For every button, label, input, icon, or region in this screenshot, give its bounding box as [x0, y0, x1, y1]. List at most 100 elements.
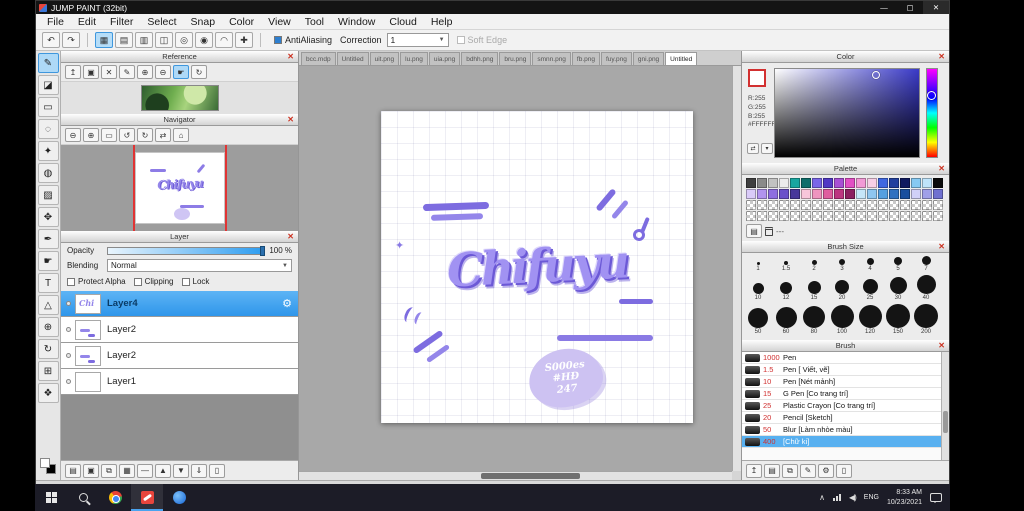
ref-zoom-in-button[interactable]: ⊕ [137, 65, 153, 79]
palette-swatch[interactable] [856, 178, 866, 188]
palette-swatch[interactable] [933, 200, 943, 210]
add-brush-button[interactable]: ▤ [764, 463, 780, 478]
menu-item[interactable]: Tool [298, 16, 331, 28]
menu-item[interactable]: Edit [71, 16, 103, 28]
clear-reference-button[interactable]: ✕ [101, 65, 117, 79]
nav-rotate-cw-button[interactable]: ↻ [137, 128, 153, 142]
brush-size-option[interactable]: 10 [744, 275, 772, 301]
opacity-slider-knob[interactable] [260, 245, 266, 256]
palette-swatch[interactable] [834, 211, 844, 221]
brush-size-option[interactable]: 1 [744, 256, 772, 272]
menu-item[interactable]: Snap [184, 16, 223, 28]
palette-swatch[interactable] [878, 178, 888, 188]
palette-swatch[interactable] [922, 189, 932, 199]
menu-item[interactable]: Color [222, 16, 261, 28]
palette-swatch[interactable] [746, 189, 756, 199]
duplicate-layer-button[interactable]: ⧉ [101, 463, 117, 478]
palette-swatch[interactable] [834, 200, 844, 210]
document-tab[interactable]: bcc.mdp [301, 52, 336, 65]
palette-swatch[interactable] [779, 189, 789, 199]
document-tab[interactable]: gni.png [632, 52, 665, 65]
maximize-button[interactable]: ▢ [897, 1, 923, 14]
palette-swatch[interactable] [834, 178, 844, 188]
close-icon[interactable]: ✕ [936, 51, 947, 63]
document-tab[interactable]: Untitled [665, 52, 698, 65]
brush-size-option[interactable]: 120 [856, 304, 884, 335]
document-tab[interactable]: uia.png [428, 52, 461, 65]
snap-off-button[interactable]: ▦ [95, 32, 113, 48]
brush-item[interactable]: 50 Blur [Làm nhòe màu] [742, 424, 941, 436]
close-icon[interactable]: ✕ [936, 163, 947, 175]
text-tool[interactable]: T [37, 273, 59, 293]
palette-swatch[interactable] [845, 178, 855, 188]
palette-swatch[interactable] [933, 211, 943, 221]
snap-settings-button[interactable]: ✚ [235, 32, 253, 48]
hand-tool[interactable]: ☛ [37, 251, 59, 271]
bucket-tool[interactable]: ◍ [37, 163, 59, 183]
checkbox-icon[interactable] [456, 36, 465, 44]
magic-wand-tool[interactable]: ✦ [37, 141, 59, 161]
layer-option-checkbox[interactable]: Lock [181, 277, 209, 286]
palette-swatch[interactable] [779, 211, 789, 221]
palette-swatch[interactable] [757, 189, 767, 199]
brush-size-option[interactable]: 30 [884, 275, 912, 301]
checkbox-icon[interactable] [274, 36, 282, 44]
nav-fit-button[interactable]: ▭ [101, 128, 117, 142]
network-icon[interactable] [832, 494, 841, 501]
palette-swatch[interactable] [812, 200, 822, 210]
clock[interactable]: 8:33 AM 10/23/2021 [887, 488, 922, 507]
import-image-button[interactable]: ↥ [65, 65, 81, 79]
close-icon[interactable]: ✕ [285, 51, 296, 63]
reference-image[interactable] [140, 85, 219, 111]
brush-size-option[interactable]: 50 [744, 304, 772, 335]
new-folder-button[interactable]: ▣ [83, 463, 99, 478]
brush-size-option[interactable]: 80 [800, 304, 828, 335]
lasso-tool[interactable]: ◌ [37, 119, 59, 139]
soft-edge-checkbox[interactable]: Soft Edge [456, 35, 507, 45]
palette-swatch[interactable] [878, 211, 888, 221]
brush-item[interactable]: 20 Pencil [Sketch] [742, 412, 941, 424]
move-tool[interactable]: ✥ [37, 207, 59, 227]
ref-rotate-button[interactable]: ↻ [191, 65, 207, 79]
brush-size-option[interactable]: 100 [828, 304, 856, 335]
scrollbar-thumb[interactable] [943, 411, 948, 434]
close-icon[interactable]: ✕ [936, 241, 947, 253]
layer-visibility-icon[interactable] [65, 353, 71, 358]
palette-swatch[interactable] [845, 200, 855, 210]
notification-center-icon[interactable] [930, 493, 942, 503]
brush-size-option[interactable]: 40 [912, 275, 940, 301]
merge-layer-button[interactable]: ⇓ [191, 463, 207, 478]
palette-swatch[interactable] [878, 189, 888, 199]
new-layer-button[interactable]: ▤ [65, 463, 81, 478]
palette-swatch[interactable] [878, 200, 888, 210]
scrollbar-thumb[interactable] [480, 473, 581, 479]
palette-swatch[interactable] [823, 178, 833, 188]
rotate-tool[interactable]: ↻ [37, 339, 59, 359]
brush-size-option[interactable]: 1.5 [772, 256, 800, 272]
eyedropper-tool[interactable]: ✒ [37, 229, 59, 249]
foreground-color-chip[interactable] [40, 458, 50, 468]
layer-row[interactable]: Layer1 ⚙ [61, 369, 298, 395]
volume-icon[interactable]: ◀) [849, 493, 857, 502]
edit-brush-button[interactable]: ✎ [800, 463, 816, 478]
pick-color-button[interactable]: ✎ [119, 65, 135, 79]
document-tab[interactable]: bdhh.png [461, 52, 499, 65]
palette-swatch[interactable] [911, 211, 921, 221]
document-tab[interactable]: fb.png [571, 52, 600, 65]
layer-visibility-icon[interactable] [65, 379, 71, 384]
palette-swatch[interactable] [856, 189, 866, 199]
nav-flip-button[interactable]: ⇄ [155, 128, 171, 142]
palette-swatch[interactable] [823, 189, 833, 199]
start-button[interactable] [35, 484, 67, 511]
palette-swatch[interactable] [812, 178, 822, 188]
close-button[interactable]: ✕ [923, 1, 949, 14]
palette-swatch[interactable] [768, 189, 778, 199]
blending-dropdown[interactable]: Normal ▼ [107, 259, 292, 272]
nav-rotate-ccw-button[interactable]: ↺ [119, 128, 135, 142]
redo-button[interactable]: ↷ [62, 32, 80, 48]
palette-swatch[interactable] [933, 189, 943, 199]
palette-swatch[interactable] [812, 211, 822, 221]
brush-list-scrollbar[interactable] [941, 352, 949, 460]
brush-item[interactable]: 25 Plastic Crayon [Co trang trí] [742, 400, 941, 412]
minimize-button[interactable]: — [871, 1, 897, 14]
